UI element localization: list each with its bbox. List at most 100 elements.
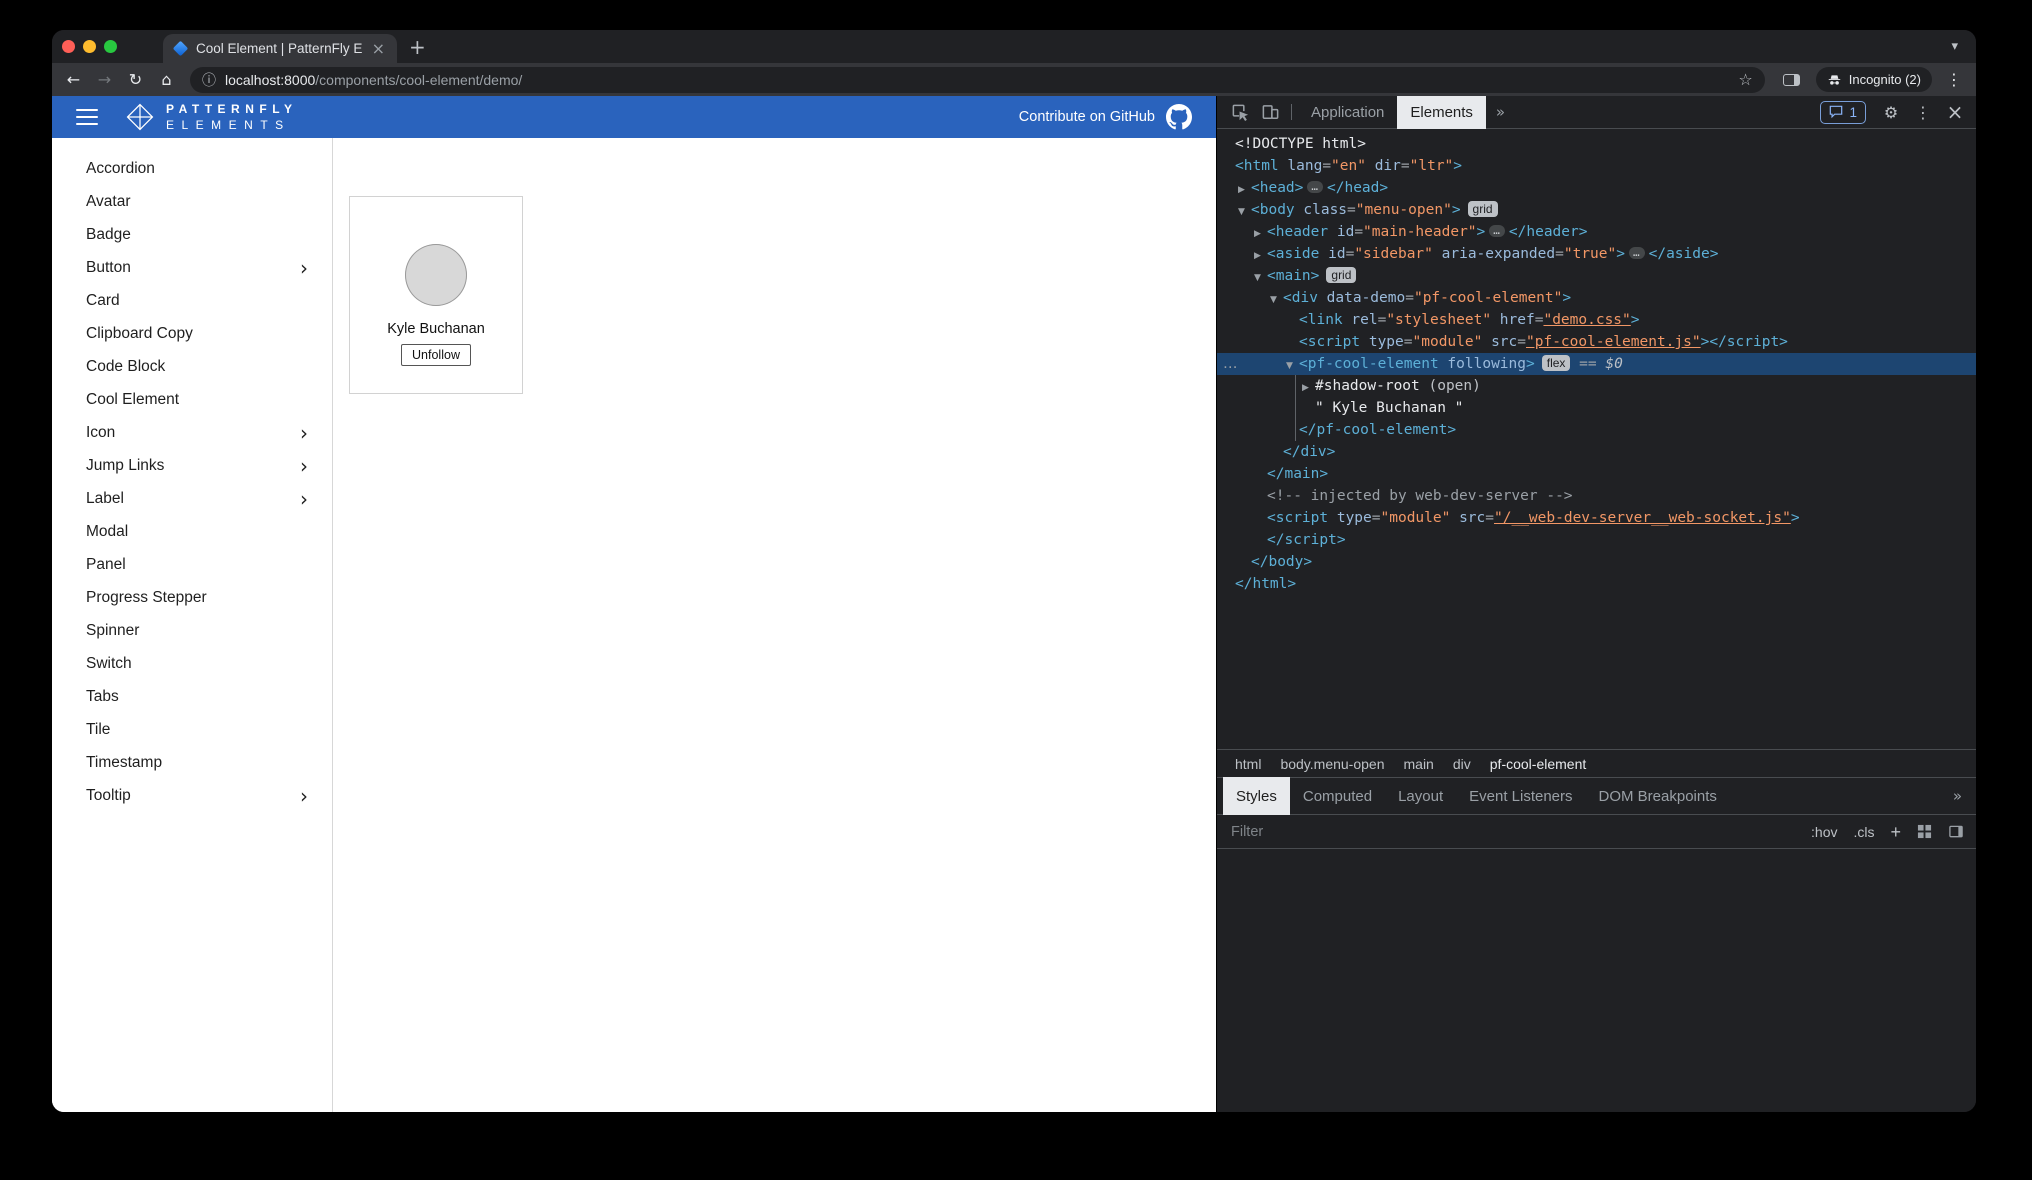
breadcrumb-item-body-menu-open[interactable]: body.menu-open [1280,756,1384,772]
collapse-arrow-icon[interactable]: ▼ [1286,355,1299,377]
dom-tree-line[interactable]: " Kyle Buchanan " [1217,397,1976,419]
sidebar-item-progress-stepper[interactable]: Progress Stepper [52,581,332,614]
sidebar-item-card[interactable]: Card [52,284,332,317]
dom-tree-line[interactable]: ▶<aside id="sidebar" aria-expanded="true… [1217,243,1976,265]
collapse-arrow-icon[interactable]: ▼ [1270,289,1283,311]
code-link[interactable]: "pf-cool-element.js" [1526,334,1701,350]
dom-tree-line[interactable]: ▶#shadow-root (open) [1217,375,1976,397]
forward-button[interactable]: → [91,66,118,93]
settings-gear-icon[interactable]: ⚙ [1876,96,1906,129]
sidebar-item-badge[interactable]: Badge [52,218,332,251]
tab-layout[interactable]: Layout [1385,777,1456,815]
inspect-element-icon[interactable] [1225,96,1255,129]
sidebar-item-switch[interactable]: Switch [52,647,332,680]
dom-tree-line[interactable]: <script type="module" src="/__web-dev-se… [1217,507,1976,529]
dom-tree-line[interactable]: ▼<main>grid [1217,265,1976,287]
reload-button[interactable]: ↻ [122,66,149,93]
sidebar-item-modal[interactable]: Modal [52,515,332,548]
tab-computed[interactable]: Computed [1290,777,1385,815]
sidebar-item-timestamp[interactable]: Timestamp [52,746,332,779]
dom-tree-line[interactable]: ▶<head>…</head> [1217,177,1976,199]
sidebar-item-clipboard-copy[interactable]: Clipboard Copy [52,317,332,350]
sidebar-item-jump-links[interactable]: Jump Links› [52,449,332,482]
dom-tree-line[interactable]: </main> [1217,463,1976,485]
rendering-grid-icon[interactable] [1917,824,1932,839]
dom-tree-line[interactable]: <html lang="en" dir="ltr"> [1217,155,1976,177]
sidebar-item-cool-element[interactable]: Cool Element [52,383,332,416]
collapse-arrow-icon[interactable]: ▼ [1238,201,1251,223]
dom-tree-line[interactable]: </pf-cool-element> [1217,419,1976,441]
sidebar-item-accordion[interactable]: Accordion [52,152,332,185]
sidebar-item-spinner[interactable]: Spinner [52,614,332,647]
dom-tree-line[interactable]: </html> [1217,573,1976,595]
breadcrumb-item-main[interactable]: main [1404,756,1434,772]
hamburger-menu-icon[interactable] [76,109,98,126]
devtools-close-icon[interactable]: × [1940,96,1970,129]
issues-button[interactable]: 1 [1820,101,1866,124]
devtools-menu-icon[interactable]: ⋮ [1908,96,1938,129]
node-menu-icon[interactable]: … [1223,353,1238,375]
code-badge[interactable]: flex [1542,355,1571,371]
new-style-rule-button[interactable]: + [1890,823,1901,841]
zoom-window-button[interactable] [104,40,117,53]
breadcrumb-item-html[interactable]: html [1235,756,1261,772]
code-ellipsis[interactable]: … [1307,181,1323,193]
dom-tree-line[interactable]: </body> [1217,551,1976,573]
dock-sidebar-icon[interactable] [1948,824,1964,839]
tab-styles[interactable]: Styles [1223,777,1290,815]
code-ellipsis[interactable]: … [1629,247,1645,259]
dom-tree-line[interactable]: <link rel="stylesheet" href="demo.css"> [1217,309,1976,331]
address-bar[interactable]: ⓘ localhost:8000/components/cool-element… [190,67,1765,93]
code-badge[interactable]: grid [1468,201,1498,217]
unfollow-button[interactable]: Unfollow [401,344,471,366]
side-panel-icon[interactable] [1783,74,1800,86]
tab-close-icon[interactable]: × [370,41,387,57]
expand-arrow-icon[interactable]: ▶ [1254,245,1267,267]
new-tab-button[interactable]: + [409,37,426,57]
dom-tree-line[interactable]: <script type="module" src="pf-cool-eleme… [1217,331,1976,353]
code-badge[interactable]: grid [1326,267,1356,283]
bookmark-star-icon[interactable]: ☆ [1732,70,1758,89]
breadcrumb-item-pf-cool-element[interactable]: pf-cool-element [1490,756,1587,772]
tab-search-icon[interactable]: ▾ [1951,39,1958,54]
dom-tree-line[interactable]: …▼<pf-cool-element following>flex == $0 [1217,353,1976,375]
more-panels-icon[interactable]: » [1486,103,1515,121]
sidebar-item-tile[interactable]: Tile [52,713,332,746]
sidebar-item-tooltip[interactable]: Tooltip› [52,779,332,812]
sidebar-item-button[interactable]: Button› [52,251,332,284]
code-ellipsis[interactable]: … [1489,225,1505,237]
breadcrumb-item-div[interactable]: div [1453,756,1471,772]
tab-elements[interactable]: Elements [1397,96,1486,129]
expand-arrow-icon[interactable]: ▶ [1238,179,1251,201]
browser-tab[interactable]: Cool Element | PatternFly Elem × [163,34,397,63]
dom-tree-line[interactable]: <!DOCTYPE html> [1217,133,1976,155]
sidebar-item-avatar[interactable]: Avatar [52,185,332,218]
expand-arrow-icon[interactable]: ▶ [1302,377,1315,399]
sidebar-item-tabs[interactable]: Tabs [52,680,332,713]
expand-arrow-icon[interactable]: ▶ [1254,223,1267,245]
minimize-window-button[interactable] [83,40,96,53]
sidebar-item-panel[interactable]: Panel [52,548,332,581]
tab-event-listeners[interactable]: Event Listeners [1456,777,1585,815]
dom-tree-line[interactable]: ▼<div data-demo="pf-cool-element"> [1217,287,1976,309]
close-window-button[interactable] [62,40,75,53]
github-link[interactable]: Contribute on GitHub [1019,104,1192,130]
dom-tree-line[interactable]: </div> [1217,441,1976,463]
dom-tree-line[interactable]: ▼<body class="menu-open">grid [1217,199,1976,221]
home-button[interactable]: ⌂ [153,66,180,93]
element-classes-button[interactable]: .cls [1853,824,1874,840]
brand[interactable]: PATTERNFLY ELEMENTS [124,101,297,133]
code-link[interactable]: "demo.css" [1543,312,1630,328]
collapse-arrow-icon[interactable]: ▼ [1254,267,1267,289]
tab-dom-breakpoints[interactable]: DOM Breakpoints [1586,777,1730,815]
dom-tree-line[interactable]: <!-- injected by web-dev-server --> [1217,485,1976,507]
sidebar-item-label[interactable]: Label› [52,482,332,515]
dom-tree-line[interactable]: </script> [1217,529,1976,551]
tab-application[interactable]: Application [1298,96,1397,129]
sidebar-item-icon[interactable]: Icon› [52,416,332,449]
code-link[interactable]: "/__web-dev-server__web-socket.js" [1494,510,1791,526]
back-button[interactable]: ← [60,66,87,93]
device-toolbar-icon[interactable] [1255,96,1285,129]
more-style-tabs-icon[interactable]: » [1939,787,1976,805]
sidebar-item-code-block[interactable]: Code Block [52,350,332,383]
